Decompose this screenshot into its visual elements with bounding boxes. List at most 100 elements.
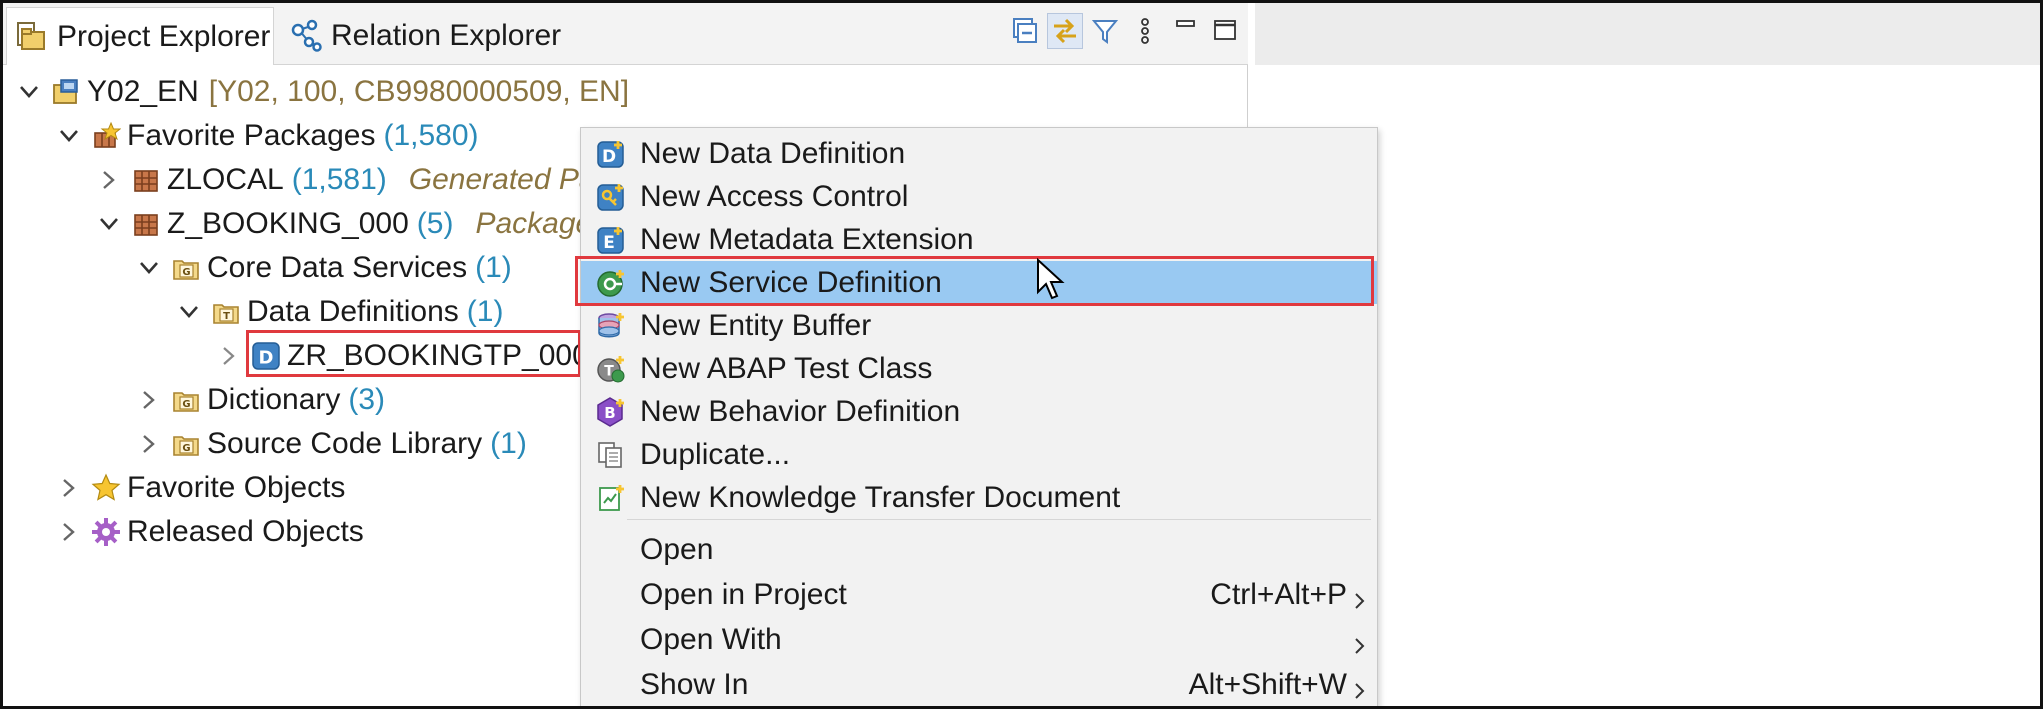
core-data-services-label: Core Data Services (207, 251, 468, 284)
menu-item-show-in[interactable]: Show In Alt+Shift+W (581, 663, 1377, 706)
highlight-box-tree-node (246, 330, 581, 377)
package-icon (131, 209, 161, 239)
zlocal-count: (1,581) (291, 163, 387, 196)
menu-item-open-in-project[interactable]: Open in Project Ctrl+Alt+P (581, 573, 1377, 616)
collapse-all-icon[interactable] (1007, 13, 1043, 49)
tree-node-data-definitions[interactable]: T Data Definitions (1) (175, 291, 503, 333)
menu-item-open-with[interactable]: Open With (581, 618, 1377, 661)
folder-group-icon: G (171, 385, 201, 415)
menu-item-label: New Knowledge Transfer Document (640, 480, 1121, 514)
abap-project-icon (51, 77, 81, 107)
tab-project-explorer-label: Project Explorer (57, 19, 271, 53)
svg-text:E: E (603, 233, 615, 253)
svg-text:G: G (182, 443, 190, 454)
chevron-right-icon[interactable] (135, 430, 163, 458)
chevron-down-icon[interactable] (135, 254, 163, 282)
data-definitions-count: (1) (466, 295, 504, 328)
source-code-library-count: (1) (490, 427, 527, 460)
data-definition-icon: D (595, 138, 627, 170)
tree-node-dictionary[interactable]: G Dictionary (3) (135, 379, 385, 421)
tab-project-explorer[interactable]: Project Explorer (6, 7, 274, 65)
menu-item-label: Open in Project (640, 577, 847, 611)
behavior-definition-icon: B (595, 396, 627, 428)
knowledge-transfer-icon (595, 482, 627, 514)
filter-icon[interactable] (1087, 13, 1123, 49)
svg-text:G: G (182, 399, 190, 410)
package-icon (131, 165, 161, 195)
view-toolbar (1007, 11, 1247, 51)
source-code-library-label: Source Code Library (207, 427, 483, 460)
gear-icon (91, 517, 121, 547)
tree-node-source-code-library[interactable]: G Source Code Library (1) (135, 423, 527, 465)
svg-text:B: B (604, 404, 615, 422)
menu-item-duplicate[interactable]: Duplicate... (581, 433, 1377, 476)
favorite-packages-label: Favorite Packages (127, 119, 376, 152)
view-menu-icon[interactable] (1127, 13, 1163, 49)
chevron-down-icon[interactable] (15, 78, 43, 106)
menu-item-new-metadata-extension[interactable]: E New Metadata Extension (581, 218, 1377, 261)
chevron-right-icon[interactable] (215, 342, 243, 370)
menu-item-new-data-definition[interactable]: D New Data Definition (581, 132, 1377, 175)
maximize-icon[interactable] (1207, 13, 1243, 49)
project-name: Y02_EN (87, 75, 199, 108)
menu-item-label: New ABAP Test Class (640, 351, 933, 385)
mouse-cursor-icon (1036, 257, 1066, 302)
z-booking-count: (5) (416, 207, 454, 240)
svg-text:G: G (182, 267, 190, 278)
duplicate-icon (595, 439, 627, 471)
menu-item-new-access-control[interactable]: New Access Control (581, 175, 1377, 218)
menu-item-label: New Behavior Definition (640, 394, 961, 428)
tab-relation-explorer[interactable]: Relation Explorer (281, 7, 581, 65)
dictionary-count: (3) (348, 383, 386, 416)
z-booking-label: Z_BOOKING_000 (167, 207, 409, 240)
submenu-arrow-icon (1353, 675, 1367, 699)
editor-area-header (1255, 3, 2040, 65)
chevron-down-icon[interactable] (95, 210, 123, 238)
menu-item-new-entity-buffer[interactable]: New Entity Buffer (581, 304, 1377, 347)
menu-item-open[interactable]: Open (581, 528, 1377, 571)
menu-item-shortcut: Alt+Shift+W (1188, 667, 1347, 701)
tree-node-core-data-services[interactable]: G Core Data Services (1) (135, 247, 512, 289)
tree-node-favorite-packages[interactable]: Favorite Packages (1,580) (55, 115, 479, 157)
folder-group-icon: G (171, 429, 201, 459)
test-class-icon: T (595, 353, 627, 385)
released-objects-label: Released Objects (127, 515, 364, 548)
core-data-services-count: (1) (475, 251, 512, 284)
menu-item-label: Show In (640, 667, 749, 701)
chevron-down-icon[interactable] (175, 298, 203, 326)
tree-node-zlocal[interactable]: ZLOCAL (1,581) Generated Pac (95, 159, 611, 201)
favorite-packages-count: (1,580) (383, 119, 479, 152)
entity-buffer-icon (595, 310, 627, 342)
menu-item-shortcut: Ctrl+Alt+P (1210, 577, 1347, 611)
link-with-editor-icon[interactable] (1047, 13, 1083, 49)
tree-node-released-objects[interactable]: Released Objects (55, 511, 364, 553)
minimize-icon[interactable] (1167, 13, 1203, 49)
menu-item-label: New Data Definition (640, 136, 906, 170)
metadata-extension-icon: E (595, 224, 627, 256)
tree-node-project[interactable]: Y02_EN [Y02, 100, CB9980000509, EN] (15, 71, 629, 113)
data-definitions-label: Data Definitions (247, 295, 459, 328)
chevron-right-icon[interactable] (55, 474, 83, 502)
menu-item-label: New Entity Buffer (640, 308, 872, 342)
menu-item-new-behavior-definition[interactable]: B New Behavior Definition (581, 390, 1377, 433)
chevron-right-icon[interactable] (55, 518, 83, 546)
window-frame: Project Explorer Relation Explorer Y02_E… (0, 0, 2043, 709)
menu-item-new-abap-test-class[interactable]: T New ABAP Test Class (581, 347, 1377, 390)
chevron-down-icon[interactable] (55, 122, 83, 150)
project-explorer-icon (13, 19, 49, 55)
submenu-arrow-icon (1353, 630, 1367, 654)
chevron-right-icon[interactable] (135, 386, 163, 414)
menu-item-new-knowledge-transfer-document[interactable]: New Knowledge Transfer Document (581, 476, 1377, 519)
tree-node-z-booking[interactable]: Z_BOOKING_000 (5) Package b (95, 203, 617, 245)
tab-relation-explorer-label: Relation Explorer (331, 19, 562, 52)
svg-text:D: D (602, 147, 616, 167)
menu-item-label: New Access Control (640, 179, 909, 213)
tree-node-favorite-objects[interactable]: Favorite Objects (55, 467, 345, 509)
folder-type-icon: T (211, 297, 241, 327)
context-menu: D New Data Definition New Access Control (580, 127, 1378, 706)
menu-item-label: New Metadata Extension (640, 222, 974, 256)
favorite-objects-label: Favorite Objects (127, 471, 346, 504)
menu-item-label: Open With (640, 622, 782, 656)
favorite-packages-icon (91, 121, 121, 151)
chevron-right-icon[interactable] (95, 166, 123, 194)
